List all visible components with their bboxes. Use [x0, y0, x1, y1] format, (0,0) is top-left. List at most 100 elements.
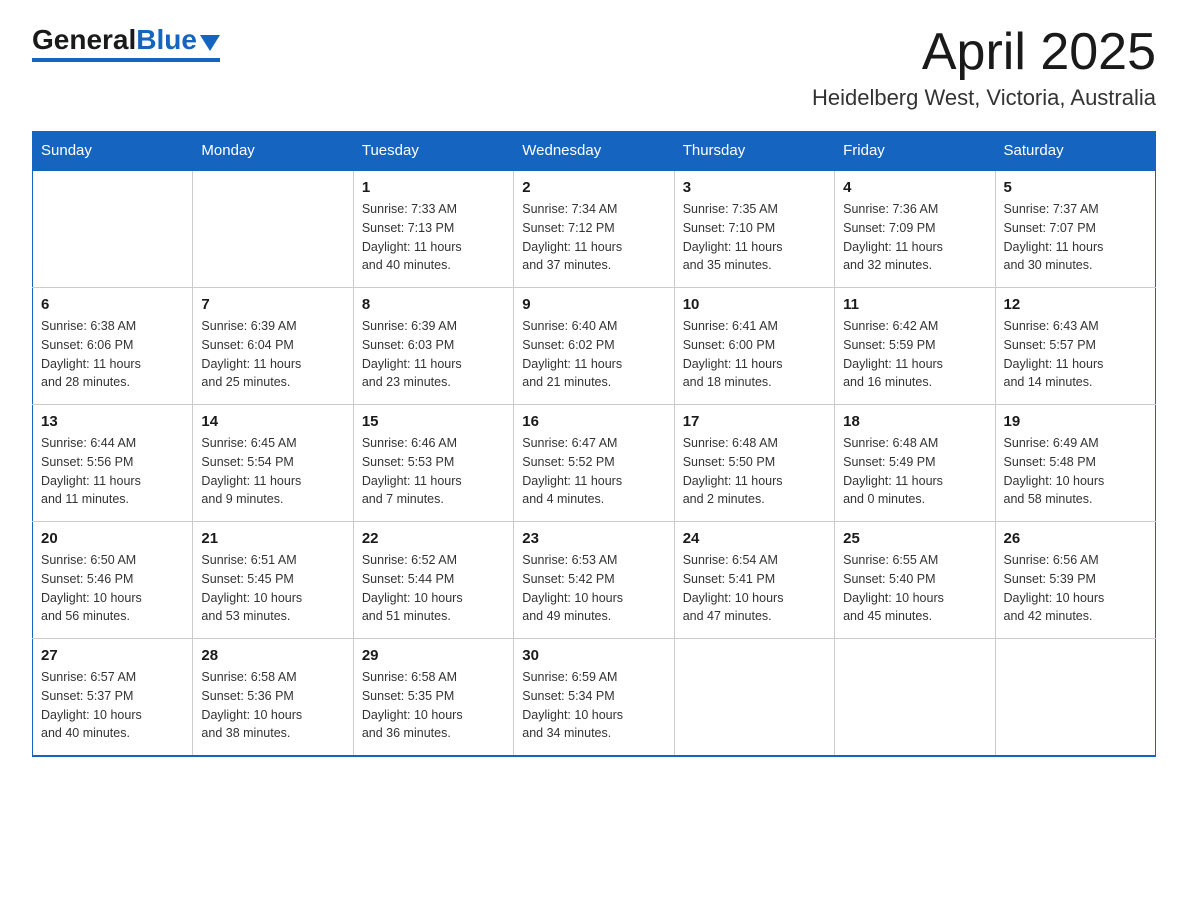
calendar-cell	[193, 170, 353, 288]
calendar-cell: 27 Sunrise: 6:57 AM Sunset: 5:37 PM Dayli…	[33, 639, 193, 757]
day-info: Sunrise: 6:52 AM Sunset: 5:44 PM Dayligh…	[362, 551, 505, 626]
day-info: Sunrise: 6:41 AM Sunset: 6:00 PM Dayligh…	[683, 317, 826, 392]
day-number: 3	[683, 179, 826, 196]
calendar-cell: 22Sunrise: 6:52 AM Sunset: 5:44 PM Dayli…	[353, 522, 513, 639]
day-info: Sunrise: 6:46 AM Sunset: 5:53 PM Dayligh…	[362, 434, 505, 509]
day-number: 26	[1004, 530, 1147, 547]
day-number: 8	[362, 296, 505, 313]
calendar-cell: 7 Sunrise: 6:39 AM Sunset: 6:04 PM Daylig…	[193, 288, 353, 405]
day-info: Sunrise: 6:59 AM Sunset: 5:34 PM Dayligh…	[522, 668, 665, 743]
day-number: 25	[843, 530, 986, 547]
day-number: 12	[1004, 296, 1147, 313]
calendar-cell: 17 Sunrise: 6:48 AM Sunset: 5:50 PM Dayli…	[674, 405, 834, 522]
day-info: Sunrise: 6:58 AM Sunset: 5:35 PM Dayligh…	[362, 668, 505, 743]
day-info: Sunrise: 6:39 AM Sunset: 6:03 PM Dayligh…	[362, 317, 505, 392]
calendar-week-1: 1 Sunrise: 7:33 AM Sunset: 7:13 PM Daylig…	[33, 170, 1156, 288]
calendar-cell: 13 Sunrise: 6:44 AM Sunset: 5:56 PM Dayli…	[33, 405, 193, 522]
day-header-monday: Monday	[193, 132, 353, 171]
day-info: Sunrise: 6:49 AM Sunset: 5:48 PM Dayligh…	[1004, 434, 1147, 509]
calendar-cell: 4 Sunrise: 7:36 AM Sunset: 7:09 PM Daylig…	[835, 170, 995, 288]
calendar-cell: 28Sunrise: 6:58 AM Sunset: 5:36 PM Dayli…	[193, 639, 353, 757]
day-number: 18	[843, 413, 986, 430]
calendar-header: SundayMondayTuesdayWednesdayThursdayFrid…	[33, 132, 1156, 171]
day-info: Sunrise: 7:33 AM Sunset: 7:13 PM Dayligh…	[362, 200, 505, 275]
calendar-table: SundayMondayTuesdayWednesdayThursdayFrid…	[32, 131, 1156, 757]
day-number: 11	[843, 296, 986, 313]
day-number: 23	[522, 530, 665, 547]
calendar-week-5: 27 Sunrise: 6:57 AM Sunset: 5:37 PM Dayli…	[33, 639, 1156, 757]
day-info: Sunrise: 6:48 AM Sunset: 5:49 PM Dayligh…	[843, 434, 986, 509]
title-area: April 2025 Heidelberg West, Victoria, Au…	[812, 24, 1156, 111]
calendar-cell	[835, 639, 995, 757]
calendar-cell: 25 Sunrise: 6:55 AM Sunset: 5:40 PM Dayli…	[835, 522, 995, 639]
calendar-week-4: 20Sunrise: 6:50 AM Sunset: 5:46 PM Dayli…	[33, 522, 1156, 639]
day-info: Sunrise: 7:34 AM Sunset: 7:12 PM Dayligh…	[522, 200, 665, 275]
day-header-saturday: Saturday	[995, 132, 1155, 171]
day-number: 1	[362, 179, 505, 196]
logo-text-blue: Blue	[136, 24, 197, 56]
calendar-cell: 20Sunrise: 6:50 AM Sunset: 5:46 PM Dayli…	[33, 522, 193, 639]
logo-text-general: General	[32, 24, 136, 56]
day-number: 14	[201, 413, 344, 430]
day-info: Sunrise: 6:50 AM Sunset: 5:46 PM Dayligh…	[41, 551, 184, 626]
month-title: April 2025	[812, 24, 1156, 81]
calendar-cell: 29 Sunrise: 6:58 AM Sunset: 5:35 PM Dayli…	[353, 639, 513, 757]
day-number: 5	[1004, 179, 1147, 196]
calendar-cell: 18 Sunrise: 6:48 AM Sunset: 5:49 PM Dayli…	[835, 405, 995, 522]
day-info: Sunrise: 6:58 AM Sunset: 5:36 PM Dayligh…	[201, 668, 344, 743]
calendar-cell	[674, 639, 834, 757]
day-header-sunday: Sunday	[33, 132, 193, 171]
calendar-cell: 21Sunrise: 6:51 AM Sunset: 5:45 PM Dayli…	[193, 522, 353, 639]
day-info: Sunrise: 6:57 AM Sunset: 5:37 PM Dayligh…	[41, 668, 184, 743]
calendar-cell: 23Sunrise: 6:53 AM Sunset: 5:42 PM Dayli…	[514, 522, 674, 639]
day-info: Sunrise: 6:40 AM Sunset: 6:02 PM Dayligh…	[522, 317, 665, 392]
day-info: Sunrise: 6:48 AM Sunset: 5:50 PM Dayligh…	[683, 434, 826, 509]
day-info: Sunrise: 7:36 AM Sunset: 7:09 PM Dayligh…	[843, 200, 986, 275]
calendar-cell: 19Sunrise: 6:49 AM Sunset: 5:48 PM Dayli…	[995, 405, 1155, 522]
day-info: Sunrise: 6:39 AM Sunset: 6:04 PM Dayligh…	[201, 317, 344, 392]
day-info: Sunrise: 7:35 AM Sunset: 7:10 PM Dayligh…	[683, 200, 826, 275]
day-info: Sunrise: 6:55 AM Sunset: 5:40 PM Dayligh…	[843, 551, 986, 626]
day-number: 10	[683, 296, 826, 313]
day-number: 16	[522, 413, 665, 430]
day-number: 15	[362, 413, 505, 430]
calendar-cell: 26Sunrise: 6:56 AM Sunset: 5:39 PM Dayli…	[995, 522, 1155, 639]
day-info: Sunrise: 6:44 AM Sunset: 5:56 PM Dayligh…	[41, 434, 184, 509]
day-number: 13	[41, 413, 184, 430]
calendar-cell: 10 Sunrise: 6:41 AM Sunset: 6:00 PM Dayli…	[674, 288, 834, 405]
calendar-cell	[995, 639, 1155, 757]
day-info: Sunrise: 6:43 AM Sunset: 5:57 PM Dayligh…	[1004, 317, 1147, 392]
day-number: 7	[201, 296, 344, 313]
day-number: 27	[41, 647, 184, 664]
day-number: 9	[522, 296, 665, 313]
logo: General Blue	[32, 24, 220, 62]
calendar-cell: 11 Sunrise: 6:42 AM Sunset: 5:59 PM Dayli…	[835, 288, 995, 405]
calendar-cell: 14 Sunrise: 6:45 AM Sunset: 5:54 PM Dayli…	[193, 405, 353, 522]
day-number: 21	[201, 530, 344, 547]
calendar-cell: 9 Sunrise: 6:40 AM Sunset: 6:02 PM Daylig…	[514, 288, 674, 405]
day-number: 17	[683, 413, 826, 430]
day-number: 2	[522, 179, 665, 196]
calendar-body: 1 Sunrise: 7:33 AM Sunset: 7:13 PM Daylig…	[33, 170, 1156, 756]
day-header-tuesday: Tuesday	[353, 132, 513, 171]
location-title: Heidelberg West, Victoria, Australia	[812, 85, 1156, 111]
day-header-wednesday: Wednesday	[514, 132, 674, 171]
day-header-friday: Friday	[835, 132, 995, 171]
day-headers-row: SundayMondayTuesdayWednesdayThursdayFrid…	[33, 132, 1156, 171]
day-header-thursday: Thursday	[674, 132, 834, 171]
day-number: 4	[843, 179, 986, 196]
day-info: Sunrise: 6:38 AM Sunset: 6:06 PM Dayligh…	[41, 317, 184, 392]
calendar-week-2: 6 Sunrise: 6:38 AM Sunset: 6:06 PM Daylig…	[33, 288, 1156, 405]
day-info: Sunrise: 6:47 AM Sunset: 5:52 PM Dayligh…	[522, 434, 665, 509]
calendar-cell: 16 Sunrise: 6:47 AM Sunset: 5:52 PM Dayli…	[514, 405, 674, 522]
day-number: 29	[362, 647, 505, 664]
calendar-cell: 15 Sunrise: 6:46 AM Sunset: 5:53 PM Dayli…	[353, 405, 513, 522]
day-info: Sunrise: 7:37 AM Sunset: 7:07 PM Dayligh…	[1004, 200, 1147, 275]
calendar-cell: 8 Sunrise: 6:39 AM Sunset: 6:03 PM Daylig…	[353, 288, 513, 405]
day-info: Sunrise: 6:45 AM Sunset: 5:54 PM Dayligh…	[201, 434, 344, 509]
day-number: 6	[41, 296, 184, 313]
calendar-cell: 24Sunrise: 6:54 AM Sunset: 5:41 PM Dayli…	[674, 522, 834, 639]
day-info: Sunrise: 6:42 AM Sunset: 5:59 PM Dayligh…	[843, 317, 986, 392]
day-number: 30	[522, 647, 665, 664]
calendar-cell: 1 Sunrise: 7:33 AM Sunset: 7:13 PM Daylig…	[353, 170, 513, 288]
